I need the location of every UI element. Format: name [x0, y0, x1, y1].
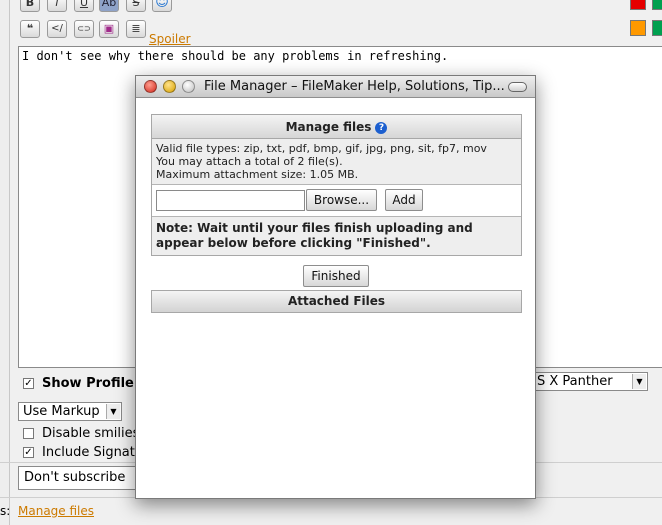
color-swatch-red[interactable]	[630, 0, 646, 10]
finished-button[interactable]: Finished	[303, 265, 369, 287]
markup-select[interactable]: Use Markup ▼	[18, 402, 122, 421]
disable-smilies-option[interactable]: Disable smilies	[23, 426, 139, 441]
link-button[interactable]: ⊂⊃	[74, 20, 94, 38]
strikethrough-button[interactable]: S	[126, 0, 146, 12]
upload-info: Valid file types: zip, txt, pdf, bmp, gi…	[152, 139, 521, 185]
image-button[interactable]: ▣	[99, 20, 119, 38]
file-manager-window: File Manager – FileMaker Help, Solutions…	[135, 75, 536, 499]
attachments-row-label: s:	[0, 504, 11, 518]
show-profile-checkbox[interactable]: ✓	[23, 378, 34, 389]
show-profile-option[interactable]: ✓ Show Profile:	[23, 376, 139, 391]
os-select[interactable]: S X Panther ▼	[532, 372, 648, 391]
file-path-input[interactable]	[156, 190, 305, 211]
window-titlebar[interactable]: File Manager – FileMaker Help, Solutions…	[136, 76, 535, 98]
close-window-button[interactable]	[144, 80, 157, 93]
code-button[interactable]: </	[47, 20, 67, 38]
minimize-window-button[interactable]	[163, 80, 176, 93]
browse-button[interactable]: Browse...	[306, 189, 377, 211]
attach-limit: You may attach a total of 2 file(s).	[156, 155, 343, 168]
upload-note: Note: Wait until your files finish uploa…	[156, 221, 473, 250]
page-left-border	[0, 0, 10, 525]
chevron-down-icon: ▼	[106, 404, 120, 419]
list-button[interactable]: ≣	[126, 20, 146, 38]
italic-button[interactable]: I	[47, 0, 67, 12]
bold-button[interactable]: B	[20, 0, 40, 12]
toolbar-toggle-button[interactable]	[508, 82, 527, 92]
manage-files-header: Manage files?	[152, 115, 521, 139]
os-select-value: S X Panther	[537, 374, 613, 389]
quote-button[interactable]: ❝	[20, 20, 40, 38]
show-profile-label: Show Profile:	[42, 376, 140, 391]
font-style-button[interactable]: Ab	[99, 0, 119, 12]
disable-smilies-label: Disable smilies	[42, 426, 140, 441]
spoiler-link[interactable]: Spoiler	[149, 32, 191, 46]
attached-files-header: Attached Files	[151, 290, 522, 313]
subscribe-select[interactable]: Don't subscribe	[18, 466, 138, 490]
underline-button[interactable]: U	[74, 0, 94, 12]
zoom-window-button[interactable]	[182, 80, 195, 93]
include-signature-checkbox[interactable]: ✓	[23, 447, 34, 458]
help-icon[interactable]: ?	[375, 122, 388, 134]
markup-select-value: Use Markup	[23, 404, 100, 419]
color-swatch-green[interactable]	[652, 0, 662, 10]
chevron-down-icon: ▼	[632, 374, 646, 389]
max-size: Maximum attachment size: 1.05 MB.	[156, 168, 359, 181]
manage-files-title: Manage files	[285, 120, 372, 134]
manage-files-panel: Manage files? Valid file types: zip, txt…	[151, 114, 522, 256]
window-title: File Manager – FileMaker Help, Solutions…	[204, 79, 505, 94]
add-button[interactable]: Add	[385, 189, 423, 211]
color-swatch-orange[interactable]	[630, 20, 646, 36]
manage-files-link[interactable]: Manage files	[18, 504, 94, 518]
upload-row: Browse... Add	[152, 185, 521, 217]
disable-smilies-checkbox[interactable]	[23, 428, 34, 439]
smiley-button[interactable]: ☺	[152, 0, 172, 12]
color-swatch-green-2[interactable]	[652, 20, 662, 36]
valid-file-types: Valid file types: zip, txt, pdf, bmp, gi…	[156, 142, 487, 155]
